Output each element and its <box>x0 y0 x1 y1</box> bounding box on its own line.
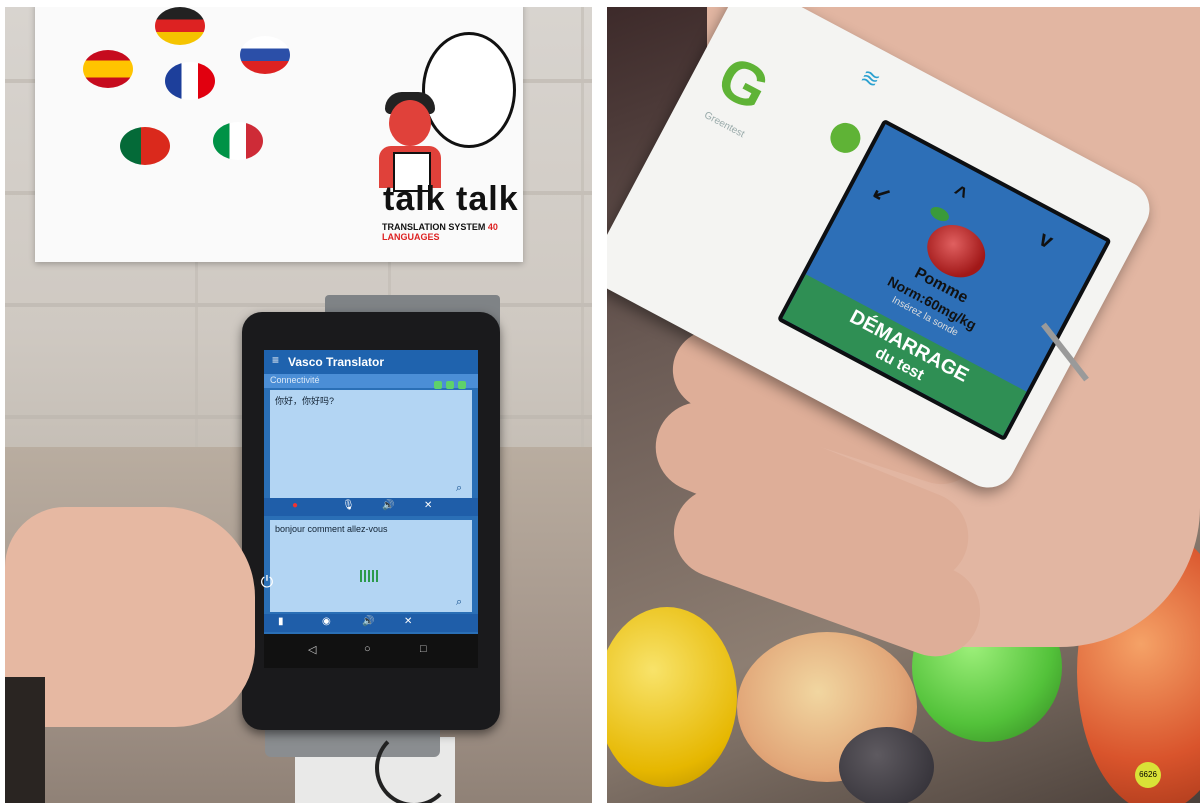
lemon <box>607 607 737 787</box>
app-bar: ≡ Vasco Translator <box>264 350 478 374</box>
russian-flag-bubble <box>240 36 290 74</box>
close-icon[interactable]: ✕ <box>424 500 432 511</box>
connectivity-bar: Connectivité <box>264 374 478 389</box>
source-text: 你好，你好吗? <box>275 396 335 406</box>
source-toolbar: ● 🎙 🔊 ✕ <box>264 498 478 516</box>
translator-screen: ≡ Vasco Translator Connectivité 你好，你好吗? … <box>264 350 478 668</box>
brand-logo: G <box>707 42 780 124</box>
status-icons <box>430 376 472 389</box>
wifi-icon <box>434 381 442 389</box>
italian-flag-bubble <box>213 122 263 160</box>
signal-icon <box>446 381 454 389</box>
app-title: Vasco Translator <box>288 355 385 369</box>
fruit-sticker: 6626 <box>1135 762 1161 788</box>
talktalk-poster: talk talk TRANSLATION SYSTEM 40 LANGUAGE… <box>35 7 523 262</box>
water-icon: ≋ <box>856 62 885 94</box>
mascot-illustration <box>375 90 445 192</box>
spanish-flag-bubble <box>83 50 133 88</box>
french-flag-bubble <box>165 62 215 100</box>
translator-tablet: ≡ Vasco Translator Connectivité 你好，你好吗? … <box>242 312 500 730</box>
speaker-icon[interactable]: 🔊 <box>362 616 374 627</box>
zoom-icon[interactable]: ⌕ <box>456 482 468 494</box>
down-arrow-icon[interactable]: v <box>1035 226 1058 255</box>
power-icon[interactable]: ⏻ <box>256 572 278 594</box>
audio-wave-icon <box>360 570 380 582</box>
translator-photo: talk talk TRANSLATION SYSTEM 40 LANGUAGE… <box>5 7 592 803</box>
nitrate-tester-photo: 6626 G Greentest ≋ ↙ ^ v Pomme Norm:60mg… <box>607 7 1200 803</box>
target-text: bonjour comment allez-vous <box>275 524 388 534</box>
back-arrow-icon[interactable]: ↙ <box>868 178 896 210</box>
source-text-pane[interactable]: 你好，你好吗? ⌕ <box>270 390 472 498</box>
portuguese-flag-bubble <box>120 127 170 165</box>
hand-left <box>5 507 255 803</box>
zoom-icon[interactable]: ⌕ <box>456 596 468 608</box>
mic-icon[interactable]: ▮ <box>278 616 284 627</box>
nitrate-icon <box>825 117 866 159</box>
charging-cable <box>375 729 453 803</box>
poster-brand: talk talk <box>383 180 519 218</box>
target-toolbar: ▮ ◉ 🔊 ✕ <box>264 614 478 632</box>
connectivity-label: Connectivité <box>270 375 320 385</box>
record-icon[interactable]: ◉ <box>322 616 331 627</box>
hamburger-icon[interactable]: ≡ <box>272 353 279 367</box>
german-flag-bubble <box>155 7 205 45</box>
up-arrow-icon[interactable]: ^ <box>948 180 971 209</box>
speaker-icon[interactable]: 🔊 <box>382 500 394 511</box>
home-icon[interactable]: ○ <box>364 643 371 655</box>
poster-tagline: TRANSLATION SYSTEM 40 LANGUAGES <box>382 222 498 242</box>
close-icon[interactable]: ✕ <box>404 616 412 627</box>
target-text-pane[interactable]: bonjour comment allez-vous ⌕ <box>270 520 472 612</box>
plum <box>839 727 934 803</box>
battery-icon <box>458 381 466 389</box>
android-nav-bar: ◁ ○ □ <box>264 634 478 668</box>
back-icon[interactable]: ◁ <box>308 643 316 656</box>
record-icon[interactable]: ● <box>292 500 298 511</box>
mic-icon[interactable]: 🎙 <box>342 500 355 511</box>
recents-icon[interactable]: □ <box>420 643 427 655</box>
